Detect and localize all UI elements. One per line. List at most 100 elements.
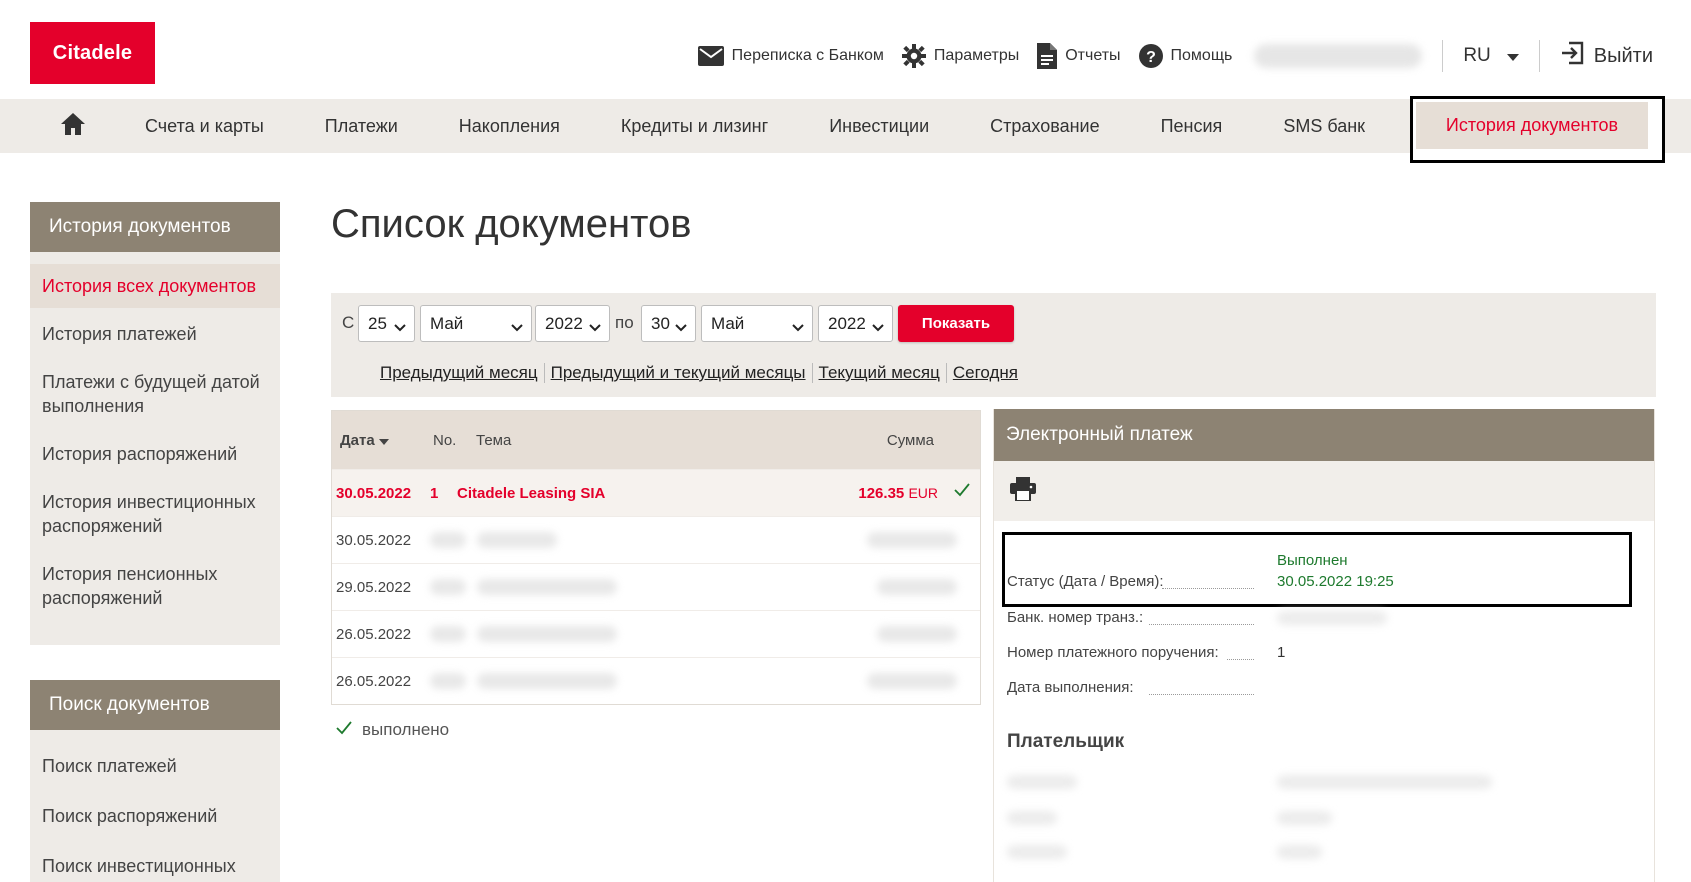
header-date: Дата bbox=[340, 431, 375, 449]
sidebar-item-search-orders[interactable]: Поиск распоряжений bbox=[30, 794, 280, 838]
to-day-select[interactable]: 30 bbox=[641, 305, 696, 342]
from-month-select[interactable]: Май bbox=[420, 305, 532, 342]
payer-section-title: Плательщик bbox=[1007, 731, 1125, 752]
sidebar-history: История документов История всех документ… bbox=[30, 202, 280, 645]
nav-insurance[interactable]: Страхование bbox=[990, 116, 1099, 137]
from-year-select[interactable]: 2022 bbox=[535, 305, 610, 342]
nav-accounts-cards[interactable]: Счета и карты bbox=[145, 116, 264, 137]
chevron-down-icon bbox=[675, 317, 687, 337]
language-select[interactable]: RU bbox=[1463, 45, 1519, 67]
sidebar-item-search-payments[interactable]: Поиск платежей bbox=[30, 744, 280, 788]
link-previous-and-current-month[interactable]: Предыдущий и текущий месяцы bbox=[543, 363, 812, 383]
link-current-month[interactable]: Текущий месяц bbox=[811, 363, 946, 383]
to-day-value: 30 bbox=[651, 313, 670, 333]
status-highlight-box bbox=[1002, 532, 1632, 607]
status-value: Выполнен bbox=[1277, 552, 1348, 569]
to-month-select[interactable]: Май bbox=[701, 305, 813, 342]
messages-link[interactable]: Переписка с Банком bbox=[697, 46, 884, 66]
redacted-cell bbox=[430, 673, 466, 689]
redacted-label bbox=[1007, 775, 1077, 789]
link-previous-month[interactable]: Предыдущий месяц bbox=[380, 363, 544, 383]
status-legend: выполнено bbox=[336, 720, 449, 740]
table-header: Дата No. Тема Сумма bbox=[332, 411, 980, 469]
logout-label: Выйти bbox=[1593, 44, 1653, 67]
transaction-row: Банк. номер транз.: bbox=[1007, 609, 1143, 626]
show-button[interactable]: Показать bbox=[898, 305, 1014, 342]
sidebar-item-all-documents[interactable]: История всех документов bbox=[30, 264, 280, 308]
status-datetime: 30.05.2022 19:25 bbox=[1277, 573, 1394, 590]
from-month-value: Май bbox=[430, 313, 464, 333]
sidebar-search: Поиск документов Поиск платежей Поиск ра… bbox=[30, 680, 280, 882]
row-sum-currency: EUR bbox=[908, 485, 938, 501]
nav-investments[interactable]: Инвестиции bbox=[829, 116, 929, 137]
table-row[interactable]: 26.05.2022 bbox=[332, 610, 980, 657]
header-topic: Тема bbox=[476, 431, 512, 449]
to-year-select[interactable]: 2022 bbox=[818, 305, 893, 342]
from-label: С bbox=[342, 313, 355, 332]
sidebar-item-pension-orders[interactable]: История пенсионных распоряжений bbox=[30, 552, 280, 620]
divider bbox=[1538, 40, 1540, 72]
reports-link[interactable]: Отчеты bbox=[1037, 43, 1121, 69]
reports-link-label: Отчеты bbox=[1065, 47, 1121, 64]
table-row[interactable]: 30.05.2022 1 Citadele Leasing SIA 126.35… bbox=[332, 469, 980, 516]
settings-link-label: Параметры bbox=[933, 47, 1020, 64]
quick-period-links: Предыдущий месяц Предыдущий и текущий ме… bbox=[380, 363, 1024, 383]
redacted-label bbox=[1007, 811, 1057, 825]
redacted-cell bbox=[430, 579, 466, 595]
sidebar-item-future-payments[interactable]: Платежи с будущей датой выполнения bbox=[30, 360, 280, 428]
envelope-icon bbox=[697, 46, 724, 66]
nav-loans-leasing[interactable]: Кредиты и лизинг bbox=[621, 116, 768, 137]
redacted-value bbox=[1277, 845, 1322, 859]
sidebar-history-title: История документов bbox=[30, 202, 280, 252]
date-filter: С 25 Май 2022 по 30 Май 2022 Показать Пр… bbox=[331, 293, 1656, 397]
from-day-value: 25 bbox=[368, 313, 387, 333]
dotted-leader bbox=[1149, 624, 1254, 625]
redacted-cell bbox=[477, 626, 617, 642]
redacted-cell bbox=[477, 673, 617, 689]
to-year-value: 2022 bbox=[828, 313, 866, 333]
row-sum-amount: 126.35 bbox=[858, 485, 905, 502]
citadele-logo[interactable]: Citadele bbox=[30, 22, 155, 84]
chevron-down-icon bbox=[511, 317, 523, 337]
panel-title: Электронный платеж bbox=[994, 409, 1654, 461]
documents-table: Дата No. Тема Сумма 30.05.2022 1 Citadel… bbox=[331, 410, 981, 705]
checkmark-icon bbox=[336, 720, 352, 740]
from-year-value: 2022 bbox=[545, 313, 583, 333]
help-link-label: Помощь bbox=[1170, 47, 1233, 64]
logout-button[interactable]: Выйти bbox=[1560, 41, 1653, 71]
help-icon: ? bbox=[1138, 44, 1163, 68]
sidebar-item-orders-history[interactable]: История распоряжений bbox=[30, 432, 280, 476]
sidebar-item-search-investment[interactable]: Поиск инвестиционных bbox=[30, 844, 280, 882]
payment-detail-panel: Электронный платеж Статус (Дата / Время)… bbox=[993, 409, 1655, 882]
redacted-cell bbox=[867, 673, 957, 689]
link-today[interactable]: Сегодня bbox=[945, 363, 1024, 383]
order-number-row: Номер платежного поручения: bbox=[1007, 644, 1219, 661]
logout-icon bbox=[1560, 41, 1584, 71]
from-day-select[interactable]: 25 bbox=[358, 305, 415, 342]
printer-icon[interactable] bbox=[1010, 476, 1036, 506]
status-label: Статус (Дата / Время): bbox=[1007, 573, 1164, 590]
sort-by-date[interactable]: Дата bbox=[340, 432, 389, 449]
divider bbox=[1442, 40, 1444, 72]
chevron-down-icon bbox=[792, 317, 804, 337]
settings-link[interactable]: Параметры bbox=[901, 44, 1020, 68]
help-link[interactable]: ? Помощь bbox=[1138, 44, 1233, 68]
row-no: 1 bbox=[430, 485, 439, 502]
sidebar-item-investment-orders[interactable]: История инвестиционных распоряжений bbox=[30, 480, 280, 548]
sidebar-item-payments-history[interactable]: История платежей bbox=[30, 312, 280, 356]
table-row[interactable]: 29.05.2022 bbox=[332, 563, 980, 610]
nav-pension[interactable]: Пенсия bbox=[1161, 116, 1223, 137]
nav-document-history[interactable]: История документов bbox=[1416, 102, 1648, 149]
nav-payments[interactable]: Платежи bbox=[325, 116, 398, 137]
redacted-cell bbox=[867, 532, 957, 548]
nav-savings[interactable]: Накопления bbox=[459, 116, 560, 137]
page-title: Список документов bbox=[331, 202, 692, 246]
nav-sms-bank[interactable]: SMS банк bbox=[1283, 116, 1365, 137]
home-button[interactable] bbox=[0, 112, 145, 140]
row-sum: 126.35 EUR bbox=[858, 485, 938, 502]
row-topic: Citadele Leasing SIA bbox=[457, 485, 606, 502]
row-date: 30.05.2022 bbox=[336, 532, 412, 549]
nav-document-history-highlight: История документов bbox=[1410, 96, 1665, 163]
table-row[interactable]: 26.05.2022 bbox=[332, 657, 980, 704]
table-row[interactable]: 30.05.2022 bbox=[332, 516, 980, 563]
